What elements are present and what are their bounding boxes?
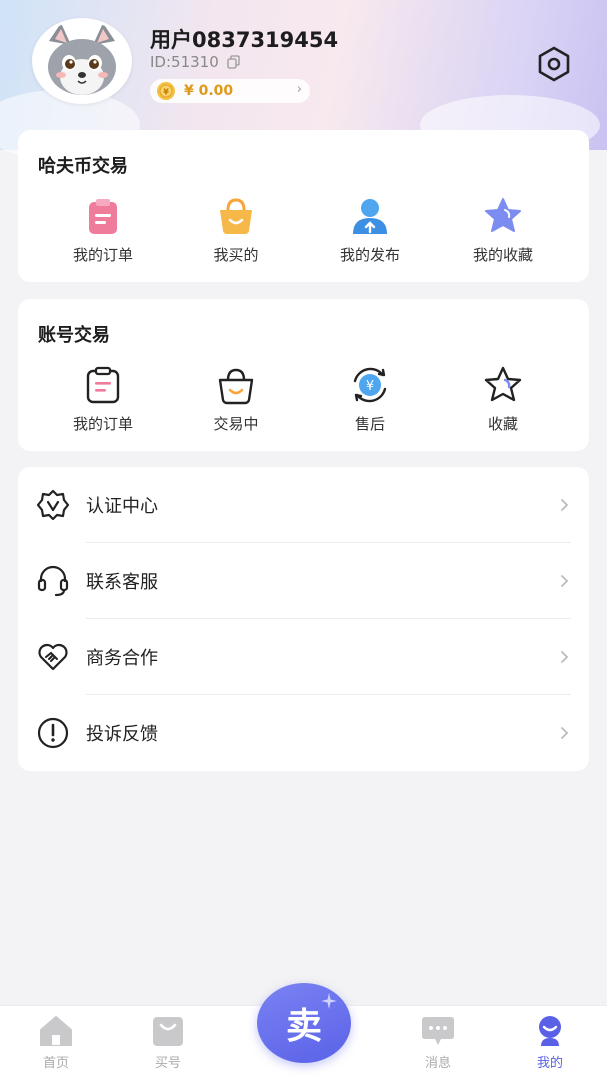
username: 用户0837319454 [150, 28, 339, 52]
item-label: 我买的 [213, 246, 259, 264]
heart-handshake-icon [38, 643, 68, 671]
menu-item-verification[interactable]: 认证中心 [18, 467, 589, 543]
chevron-right-icon [561, 651, 569, 663]
tab-label: 买号 [154, 1056, 181, 1071]
chevron-right-icon [561, 499, 569, 511]
headset-icon [37, 565, 69, 597]
account-favorites[interactable]: 收藏 [443, 365, 563, 434]
item-label: 我的订单 [72, 246, 133, 264]
user-id-text: ID:51310 [150, 53, 219, 71]
item-label: 我的订单 [72, 415, 133, 433]
svg-text:¥: ¥ [163, 88, 169, 97]
svg-text:¥: ¥ [366, 379, 374, 394]
balance-pill[interactable]: ¥ ¥ 0.00 › [150, 79, 310, 103]
menu-item-customer-service[interactable]: 联系客服 [18, 543, 589, 619]
orange-bag-icon [220, 198, 252, 234]
settings-button[interactable] [534, 44, 574, 84]
account-my-orders[interactable]: 我的订单 [43, 365, 163, 434]
blue-user-upload-icon [353, 199, 387, 234]
user-id: ID:51310 [150, 53, 241, 71]
menu-item-complaint-feedback[interactable]: 投诉反馈 [18, 695, 589, 771]
star-outline-icon [484, 366, 522, 402]
item-label: 我的收藏 [472, 246, 533, 264]
item-label: 我的发布 [339, 246, 400, 264]
chevron-right-icon [561, 575, 569, 587]
exclamation-circle-icon [37, 717, 69, 749]
balance-amount: ¥ 0.00 [184, 83, 234, 99]
menu-item-label: 认证中心 [86, 496, 158, 517]
tab-label: 首页 [42, 1056, 69, 1071]
section-title: 账号交易 [38, 325, 110, 346]
basket-outline-icon [218, 368, 254, 405]
tab-buy-account[interactable]: 买号 [128, 1014, 208, 1071]
hafu-my-posts[interactable]: 我的发布 [310, 196, 430, 265]
menu-item-label: 商务合作 [86, 648, 158, 669]
account-in-trade[interactable]: 交易中 [176, 365, 296, 434]
verified-badge-icon [36, 489, 70, 521]
menu-item-business-cooperation[interactable]: 商务合作 [18, 619, 589, 695]
account-trade-card: 账号交易 我的订单 交易中 ¥ 售后 收藏 [18, 299, 589, 451]
avatar[interactable] [32, 18, 132, 104]
purple-star-icon [485, 198, 521, 232]
hafu-trade-card: 哈夫币交易 我的订单 我买的 我的发布 我的收藏 [18, 130, 589, 282]
chevron-right-icon: › [296, 82, 302, 97]
home-icon [40, 1016, 72, 1046]
menu-item-label: 联系客服 [86, 572, 158, 593]
tab-label: 消息 [424, 1056, 451, 1071]
clipboard-outline-icon [86, 366, 120, 404]
chat-icon [422, 1017, 454, 1045]
item-label: 收藏 [487, 415, 518, 433]
sparkle-icon [321, 993, 337, 1009]
coin-icon: ¥ [157, 82, 175, 100]
hafu-my-orders[interactable]: 我的订单 [43, 196, 163, 265]
menu-card: 认证中心 联系客服 商务合作 投诉反馈 [18, 467, 589, 771]
wolf-avatar-icon [35, 21, 129, 101]
settings-hexagon-icon [538, 46, 570, 82]
menu-item-label: 投诉反馈 [86, 724, 158, 745]
tab-label: 我的 [536, 1056, 563, 1071]
tab-home[interactable]: 首页 [16, 1014, 96, 1071]
pink-clipboard-icon [89, 199, 117, 234]
copy-icon[interactable] [227, 55, 241, 69]
hafu-bought[interactable]: 我买的 [176, 196, 296, 265]
account-after-sales[interactable]: ¥ 售后 [310, 365, 430, 434]
item-label: 交易中 [213, 415, 259, 433]
chevron-right-icon [561, 727, 569, 739]
profile-icon [539, 1016, 561, 1046]
section-title: 哈夫币交易 [38, 156, 128, 177]
hafu-my-favorites[interactable]: 我的收藏 [443, 196, 563, 265]
tab-mine[interactable]: 我的 [510, 1014, 590, 1071]
shopping-bag-icon [153, 1017, 183, 1046]
sell-label: 卖 [285, 1006, 322, 1047]
yuan-refresh-icon: ¥ [353, 367, 387, 403]
sell-button[interactable]: 卖 [257, 983, 351, 1063]
item-label: 售后 [354, 415, 385, 433]
tab-messages[interactable]: 消息 [398, 1014, 478, 1071]
